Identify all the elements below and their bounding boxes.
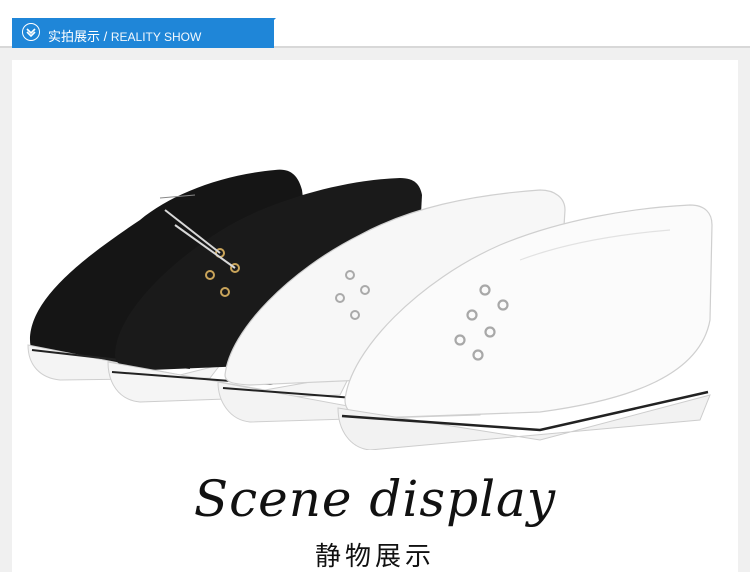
- header-tab-notch: [268, 18, 276, 26]
- header-title: 实拍展示 / REALITY SHOW: [48, 26, 201, 45]
- scene-title: Scene display: [193, 470, 557, 528]
- chevron-down-circle-icon: [22, 23, 40, 41]
- header-title-en: REALITY SHOW: [110, 30, 202, 44]
- header-title-separator: /: [100, 29, 111, 44]
- product-photo: [27, 169, 713, 450]
- header-title-cn: 实拍展示: [48, 29, 101, 44]
- scene-subtitle: 静物展示: [314, 542, 435, 572]
